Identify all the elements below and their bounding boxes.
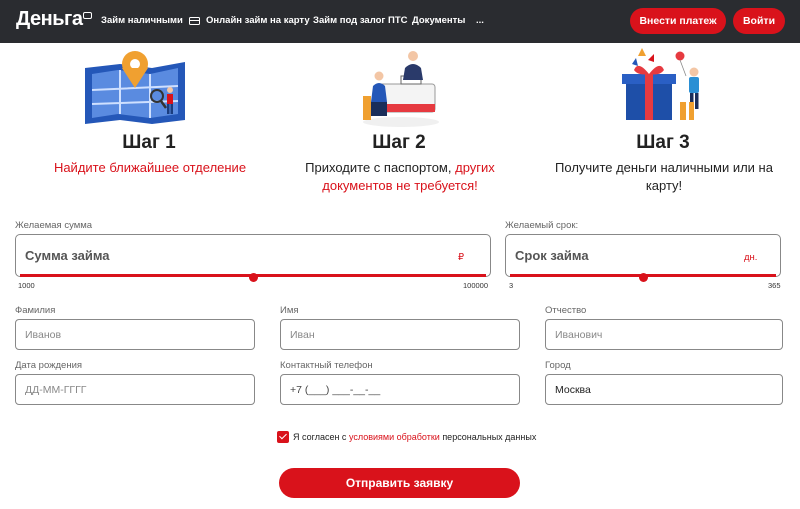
step-2-description: Приходите с паспортом, других документов… <box>280 159 520 195</box>
step-3-text-2: карту! <box>645 178 683 193</box>
nav-cash-loan-label: Займ наличными <box>101 15 183 26</box>
amount-label: Желаемая сумма <box>15 220 93 231</box>
top-navbar: Деньга Займ наличными Онлайн займ на кар… <box>0 0 800 43</box>
consent-text-before: Я согласен с <box>293 432 349 442</box>
nav-documents[interactable]: Документы <box>412 15 465 26</box>
step-3-title: Шаг 3 <box>636 132 690 153</box>
card-icon <box>189 16 200 25</box>
nav-documents-label: Документы <box>412 15 466 26</box>
term-placeholder: Срок займа <box>515 248 589 263</box>
map-pin-icon <box>85 51 185 124</box>
step-2-red-text-2: документов не требуется! <box>322 178 478 193</box>
wallet-icon <box>83 12 93 19</box>
patronymic-input[interactable]: Иванович <box>545 319 783 350</box>
office-desk-icon <box>363 51 439 127</box>
nav-online-loan-label: Онлайн займ на карту <box>206 15 310 26</box>
birth-date-input[interactable]: ДД-ММ-ГГГГ <box>15 374 255 405</box>
term-label: Желаемый срок: <box>505 220 579 231</box>
nav-cash-loan[interactable]: Займ наличными <box>101 15 183 26</box>
city-input[interactable]: Москва <box>545 374 783 405</box>
last-name-label: Фамилия <box>15 305 56 316</box>
step-2-text: Приходите с паспортом, <box>305 160 452 175</box>
step-1-description: Найдите ближайшее отделение <box>53 160 247 175</box>
step-2-title: Шаг 2 <box>372 132 426 153</box>
term-slider-field[interactable]: Срок займа дн. <box>505 234 781 282</box>
logo[interactable]: Деньга <box>16 8 93 31</box>
step-3-text: Получите деньги наличными или на <box>555 160 773 175</box>
last-name-input[interactable]: Иванов <box>15 319 255 350</box>
amount-max: 100000 <box>463 281 489 290</box>
login-button[interactable]: Войти <box>733 8 785 34</box>
consent-checkbox[interactable] <box>277 431 289 443</box>
phone-input[interactable]: +7 (___) ___-__-__ <box>280 374 520 405</box>
birth-date-label: Дата рождения <box>15 360 83 371</box>
amount-slider-thumb[interactable] <box>248 272 258 282</box>
days-unit: дн. <box>744 252 758 263</box>
step-3-description: Получите деньги наличными или на карту! <box>540 159 788 195</box>
nav-online-loan[interactable]: Онлайн займ на карту <box>189 15 310 26</box>
consent-terms-link[interactable]: условиями обработки <box>349 432 440 442</box>
pay-button[interactable]: Внести платеж <box>630 8 726 34</box>
amount-placeholder: Сумма займа <box>25 248 110 263</box>
city-label: Город <box>545 360 571 371</box>
submit-application-button[interactable]: Отправить заявку <box>279 468 520 498</box>
nav-more-label: ... <box>476 15 484 26</box>
term-min: 3 <box>509 281 514 290</box>
term-max: 365 <box>768 281 781 290</box>
step-2-red-text: других <box>455 160 495 175</box>
amount-slider-field[interactable]: Сумма займа ₽ <box>15 234 491 282</box>
amount-min: 1000 <box>18 281 35 290</box>
nav-pts-loan[interactable]: Займ под залог ПТС <box>313 15 408 26</box>
logo-text: Деньга <box>16 8 83 30</box>
ruble-icon: ₽ <box>458 252 465 263</box>
term-slider-thumb[interactable] <box>638 272 648 282</box>
step-1-title: Шаг 1 <box>122 132 176 153</box>
patronymic-label: Отчество <box>545 305 587 316</box>
nav-more[interactable]: ... <box>476 15 484 26</box>
consent-text: Я согласен с условиями обработки персона… <box>293 432 536 442</box>
phone-label: Контактный телефон <box>280 360 373 371</box>
first-name-label: Имя <box>280 305 299 316</box>
nav-pts-loan-label: Займ под залог ПТС <box>313 15 408 26</box>
gift-icon <box>622 48 699 120</box>
consent-text-after: персональных данных <box>439 432 537 442</box>
first-name-input[interactable]: Иван <box>280 319 520 350</box>
